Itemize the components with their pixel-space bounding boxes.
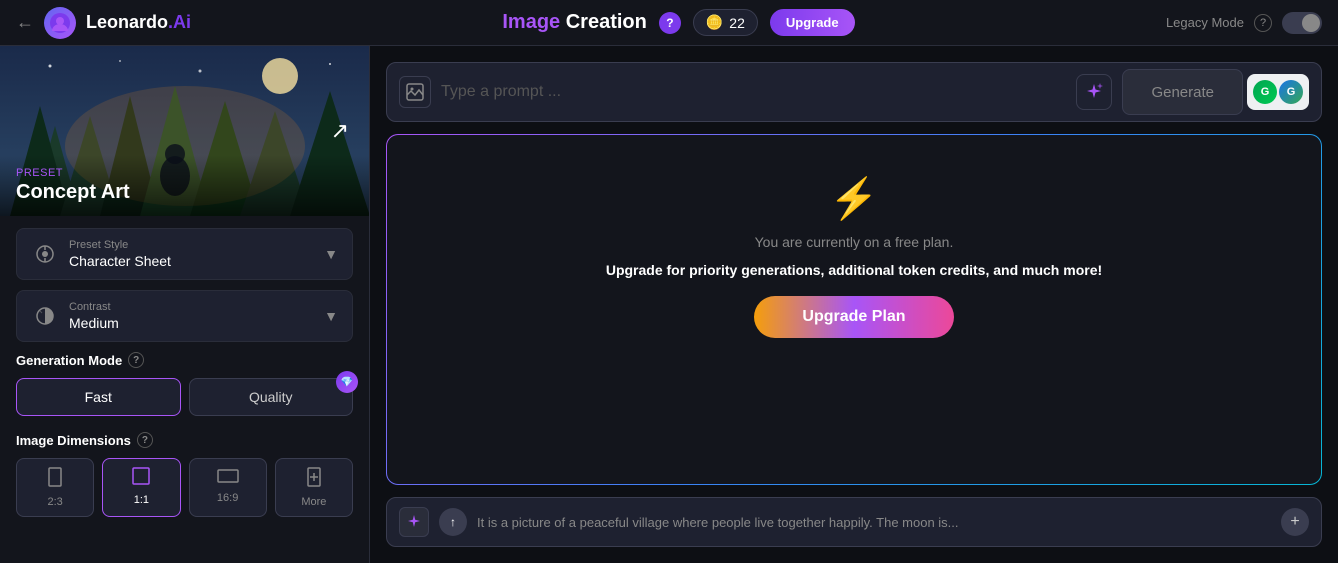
dim-more-button[interactable]: More — [275, 458, 353, 517]
contrast-selector[interactable]: Contrast Medium ▼ — [16, 290, 353, 342]
generation-mode-section: Generation Mode ? — [16, 352, 353, 368]
sidebar: Preset Concept Art ↗ Preset Style — [0, 46, 370, 563]
prompt-input[interactable] — [441, 83, 1066, 101]
free-plan-text: You are currently on a free plan. — [755, 234, 954, 250]
upgrade-benefits-text: Upgrade for priority generations, additi… — [606, 262, 1102, 278]
contrast-icon — [31, 302, 59, 330]
image-dimensions-label: Image Dimensions — [16, 433, 131, 448]
history-magic-button[interactable] — [399, 507, 429, 537]
upgrade-card: ⚡ You are currently on a free plan. Upgr… — [386, 134, 1322, 485]
grammarly-icons: G G — [1247, 74, 1309, 110]
preset-style-selector[interactable]: Preset Style Character Sheet ▼ — [16, 228, 353, 280]
dim-16-9-label: 16:9 — [217, 492, 238, 504]
brand-name: Leonardo.Ai — [86, 12, 191, 33]
upgrade-button[interactable]: Upgrade — [770, 9, 855, 36]
prompt-bar: Generate G G — [386, 62, 1322, 122]
contrast-label: Contrast — [69, 301, 314, 313]
dim-16-9-icon — [217, 467, 239, 488]
content-area: Generate G G ⚡ You are currently on a fr… — [370, 46, 1338, 563]
preset-style-icon — [31, 240, 59, 268]
nav-left: ← Leonardo.Ai — [16, 7, 191, 39]
preset-banner[interactable]: Preset Concept Art ↗ — [0, 46, 369, 216]
generation-mode-help[interactable]: ? — [128, 352, 144, 368]
dim-2-3-button[interactable]: 2:3 — [16, 458, 94, 517]
dim-2-3-icon — [48, 467, 62, 492]
preset-style-label: Preset Style — [69, 239, 314, 251]
quality-badge: 💎 — [336, 371, 358, 393]
contrast-content: Contrast Medium — [69, 301, 314, 331]
grammarly-icon-1: G — [1253, 80, 1277, 104]
dim-more-label: More — [301, 496, 326, 508]
help-icon[interactable]: ? — [659, 12, 681, 34]
history-add-button[interactable]: + — [1281, 508, 1309, 536]
preset-overlay: Preset Concept Art — [0, 155, 369, 216]
history-up-button[interactable]: ↑ — [439, 508, 467, 536]
prompt-image-button[interactable] — [399, 76, 431, 108]
main-layout: Preset Concept Art ↗ Preset Style — [0, 46, 1338, 563]
token-icon: 🪙 — [706, 14, 723, 31]
sidebar-controls: Preset Style Character Sheet ▼ Contrast … — [0, 216, 369, 529]
history-bar: ↑ It is a picture of a peaceful village … — [386, 497, 1322, 547]
mode-buttons: Fast Quality 💎 — [16, 378, 353, 416]
dim-1-1-button[interactable]: 1:1 — [102, 458, 180, 517]
mode-fast-button[interactable]: Fast — [16, 378, 181, 416]
mode-quality-button[interactable]: Quality 💎 — [189, 378, 354, 416]
contrast-value: Medium — [69, 315, 314, 331]
dim-more-icon — [307, 467, 321, 492]
back-button[interactable]: ← — [16, 12, 34, 33]
token-count: 22 — [729, 15, 745, 31]
magic-enhance-button[interactable] — [1076, 74, 1112, 110]
grammarly-icon-2: G — [1279, 80, 1303, 104]
generate-area: Generate G G — [1122, 69, 1309, 115]
dim-16-9-button[interactable]: 16:9 — [189, 458, 267, 517]
page-title: Image Creation — [502, 11, 647, 34]
preset-cursor-icon: ↗ — [331, 118, 349, 144]
avatar — [44, 7, 76, 39]
top-navigation: ← Leonardo.Ai Image Creation ? 🪙 22 Upgr… — [0, 0, 1338, 46]
history-text: It is a picture of a peaceful village wh… — [477, 515, 1271, 530]
lightning-icon: ⚡ — [829, 175, 879, 222]
dimension-buttons: 2:3 1:1 16:9 — [16, 458, 353, 517]
nav-right: Legacy Mode ? — [1166, 12, 1322, 34]
nav-center: Image Creation ? 🪙 22 Upgrade — [191, 9, 1166, 36]
legacy-mode-label: Legacy Mode — [1166, 15, 1244, 30]
upgrade-plan-button[interactable]: Upgrade Plan — [754, 296, 953, 338]
token-badge: 🪙 22 — [693, 9, 758, 36]
legacy-help-icon[interactable]: ? — [1254, 14, 1272, 32]
preset-label: Preset — [16, 167, 353, 179]
image-dimensions-help[interactable]: ? — [137, 432, 153, 448]
preset-name: Concept Art — [16, 181, 353, 204]
generation-mode-label: Generation Mode — [16, 353, 122, 368]
preset-style-value: Character Sheet — [69, 253, 314, 269]
preset-style-chevron: ▼ — [324, 246, 338, 262]
preset-style-content: Preset Style Character Sheet — [69, 239, 314, 269]
legacy-mode-toggle[interactable] — [1282, 12, 1322, 34]
dim-1-1-icon — [132, 467, 150, 490]
image-dimensions-section: Image Dimensions ? — [16, 432, 353, 448]
dim-2-3-label: 2:3 — [47, 496, 62, 508]
generate-button[interactable]: Generate — [1122, 69, 1243, 115]
contrast-chevron: ▼ — [324, 308, 338, 324]
dim-1-1-label: 1:1 — [134, 494, 149, 506]
